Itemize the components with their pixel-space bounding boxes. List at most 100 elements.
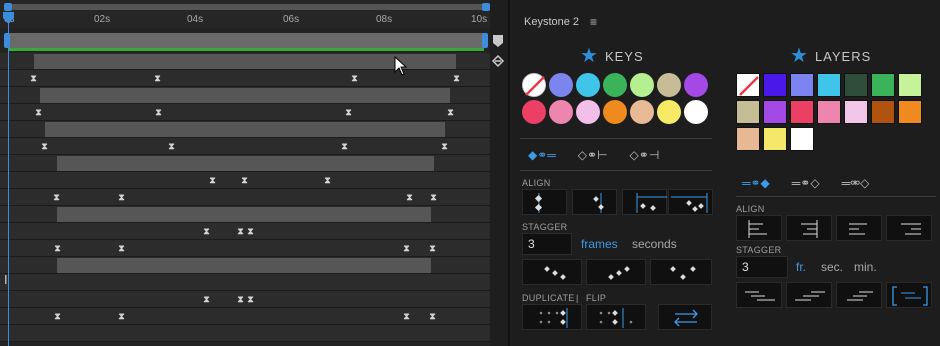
layer-color-swatch[interactable] xyxy=(736,127,760,151)
flip-button[interactable] xyxy=(658,304,712,330)
layer-row[interactable] xyxy=(0,257,490,274)
stagger-up-button[interactable] xyxy=(586,259,646,285)
key-color-swatch[interactable] xyxy=(630,73,654,97)
layer-row[interactable] xyxy=(0,206,490,223)
layer-color-swatch[interactable] xyxy=(844,100,868,124)
keyframe-icon[interactable]: ⧗ xyxy=(446,108,455,117)
layer-color-swatch[interactable] xyxy=(790,100,814,124)
key-color-swatch[interactable] xyxy=(684,73,708,97)
layer-color-swatch[interactable] xyxy=(763,100,787,124)
key-color-swatch[interactable] xyxy=(576,73,600,97)
layer-align-left-button[interactable] xyxy=(736,215,782,241)
layer-row[interactable]: ⧗ ⧗ ⧗ ⧗ xyxy=(0,138,490,155)
layer-color-swatch[interactable] xyxy=(871,73,895,97)
layer-color-swatch[interactable] xyxy=(898,100,922,124)
frames-option[interactable]: frames xyxy=(581,237,618,251)
layer-duration-bar[interactable] xyxy=(57,258,431,273)
layer-row[interactable]: ⧗ ⧗ ⧗ xyxy=(0,223,490,240)
keyframe-icon[interactable]: ⧗ xyxy=(405,193,414,202)
layer-row[interactable] xyxy=(0,121,490,138)
time-ruler[interactable]: 0s 02s 04s 06s 08s 10s xyxy=(0,0,490,28)
hamburger-icon[interactable]: ≡ xyxy=(590,15,597,29)
keyframe-icon[interactable]: ⧗ xyxy=(440,142,449,151)
keyframe-icon[interactable]: ⧗ xyxy=(117,312,126,321)
stagger-v-button[interactable] xyxy=(650,259,712,285)
layer-align-right-button[interactable] xyxy=(886,215,932,241)
layer-color-swatch[interactable] xyxy=(790,73,814,97)
keyframe-icon[interactable]: ⧗ xyxy=(344,108,353,117)
mode-link-key[interactable]: ◆⚭═ xyxy=(528,148,556,162)
layer-color-swatch[interactable] xyxy=(736,73,760,97)
timeline-panel[interactable]: 0s 02s 04s 06s 08s 10s ⧗ ⧗ ⧗ ⧗ ⧗ ⧗ ⧗ ⧗ ⧗ ⧗ ⧗ ⧗ ⧗ ⧗ ⧗ ⧗ ⧗… xyxy=(0,0,508,346)
work-area-end[interactable] xyxy=(482,33,488,48)
key-color-swatch[interactable] xyxy=(549,100,573,124)
layer-duration-bar[interactable] xyxy=(45,122,445,137)
key-color-swatch[interactable] xyxy=(603,73,627,97)
key-color-swatch[interactable] xyxy=(522,100,546,124)
key-color-swatch[interactable] xyxy=(522,73,546,97)
keyframe-icon[interactable]: ⧗ xyxy=(202,227,211,236)
key-color-swatch[interactable] xyxy=(630,100,654,124)
mode-layer-in[interactable]: ═⚭◇ xyxy=(792,176,820,190)
keyframe-icon[interactable]: ⧗ xyxy=(29,74,38,83)
layer-stagger-input[interactable]: 3 xyxy=(736,256,788,278)
playhead-line[interactable] xyxy=(8,14,9,346)
layer-color-swatch[interactable] xyxy=(763,73,787,97)
mode-link-out[interactable]: ◇⚭⊣ xyxy=(630,148,660,162)
keyframe-icon[interactable]: ⧗ xyxy=(154,108,163,117)
fr-option[interactable]: fr. xyxy=(796,260,806,274)
keyframe-icon[interactable]: ⧗ xyxy=(350,74,359,83)
layer-align-center-button[interactable] xyxy=(786,215,832,241)
keyframe-icon[interactable]: ⧗ xyxy=(53,312,62,321)
layer-row[interactable]: ⧗ ⧗ ⧗ ⧗ xyxy=(0,240,490,257)
layer-color-swatch[interactable] xyxy=(871,100,895,124)
layer-duration-bar[interactable] xyxy=(57,156,434,171)
layer-duration-bar[interactable] xyxy=(57,207,431,222)
layer-color-swatch[interactable] xyxy=(898,73,922,97)
layer-row[interactable]: ⧗ ⧗ ⧗ xyxy=(0,172,490,189)
layer-sequence-button[interactable] xyxy=(886,282,932,308)
zoom-start-handle[interactable] xyxy=(4,3,12,11)
keyframe-icon[interactable]: ⧗ xyxy=(117,193,126,202)
layer-color-swatch[interactable] xyxy=(736,100,760,124)
keyframe-icon[interactable]: ⧗ xyxy=(428,244,437,253)
comp-nav-icon[interactable] xyxy=(491,54,505,68)
align-right-button[interactable] xyxy=(572,189,617,215)
key-color-swatch[interactable] xyxy=(684,100,708,124)
keyframe-icon[interactable]: ⧗ xyxy=(53,244,62,253)
zoom-bar[interactable] xyxy=(8,4,486,10)
align-span-in-button[interactable] xyxy=(622,189,667,215)
stagger-down-button[interactable] xyxy=(522,259,582,285)
work-area-start[interactable] xyxy=(4,33,10,48)
keyframe-icon[interactable]: ⧗ xyxy=(240,176,249,185)
keyframe-icon[interactable]: ⧗ xyxy=(34,108,43,117)
layer-duration-bar[interactable] xyxy=(34,54,456,69)
playhead-handle-icon[interactable] xyxy=(3,12,14,24)
keyframe-icon[interactable]: ⧗ xyxy=(452,74,461,83)
layer-row[interactable]: ⧗ ⧗ ⧗ xyxy=(0,291,490,308)
keyframe-icon[interactable]: ⧗ xyxy=(52,193,61,202)
key-color-swatch[interactable] xyxy=(603,100,627,124)
layer-stagger-down-button[interactable] xyxy=(736,282,782,308)
layer-color-swatch[interactable] xyxy=(763,127,787,151)
layer-row[interactable] xyxy=(0,325,490,342)
stagger-input[interactable]: 3 xyxy=(522,233,572,255)
layer-row[interactable] xyxy=(0,155,490,172)
layer-row[interactable]: ⧗ ⧗ ⧗ ⧗ xyxy=(0,70,490,87)
keyframe-icon[interactable]: ⧗ xyxy=(208,176,217,185)
key-color-swatch[interactable] xyxy=(576,100,600,124)
work-area-bar[interactable] xyxy=(8,33,484,48)
layer-color-swatch[interactable] xyxy=(817,73,841,97)
mode-layer-out[interactable]: ═⚮◇ xyxy=(842,176,870,190)
keyframe-icon[interactable]: ⧗ xyxy=(153,74,162,83)
keyframe-icon[interactable]: ⧗ xyxy=(202,295,211,304)
zoom-end-handle[interactable] xyxy=(482,3,490,11)
mode-layer-key[interactable]: ═⚭◆ xyxy=(742,176,770,190)
seconds-option[interactable]: seconds xyxy=(632,237,677,251)
align-span-out-button[interactable] xyxy=(668,189,713,215)
layer-row[interactable]: ⧗ ⧗ ⧗ ⧗ xyxy=(0,104,490,121)
keyframe-icon[interactable]: ⧗ xyxy=(246,227,255,236)
layer-row[interactable] xyxy=(0,87,490,104)
keyframe-icon[interactable]: ⧗ xyxy=(246,295,255,304)
layer-color-swatch[interactable] xyxy=(817,100,841,124)
